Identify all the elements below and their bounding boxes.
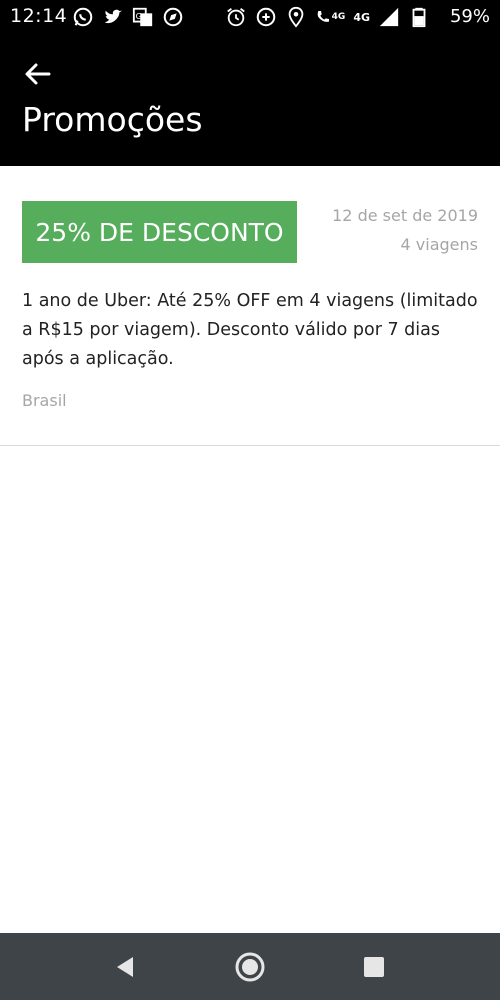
translate-icon: G — [132, 7, 153, 27]
network-label: 4G — [353, 10, 370, 24]
network-label-small: 4G — [331, 12, 346, 22]
battery-percent: 59% — [449, 6, 490, 27]
status-time: 12:14 — [10, 5, 68, 27]
status-bar: 12:14 G 4G 4G 59% — [0, 0, 500, 36]
promotion-badge: 25% DE DESCONTO — [22, 201, 297, 263]
battery-icon — [412, 7, 426, 28]
call-icon — [317, 11, 329, 22]
arrow-left-icon — [25, 63, 51, 85]
svg-text:G: G — [136, 11, 142, 21]
promotion-trips: 4 viagens — [400, 235, 478, 254]
promotion-card[interactable]: 25% DE DESCONTO 12 de set de 2019 4 viag… — [0, 166, 500, 446]
whatsapp-icon — [73, 7, 93, 27]
navigation-bar — [0, 933, 500, 1000]
signal-icon — [379, 7, 399, 27]
alarm-icon — [226, 8, 245, 27]
data-saver-icon — [256, 7, 275, 27]
home-circle-icon[interactable] — [234, 951, 266, 983]
promotion-region: Brasil — [22, 391, 67, 410]
promotion-description: 1 ano de Uber: Até 25% OFF em 4 viagens … — [22, 291, 478, 369]
app-bar: Promoções — [0, 36, 500, 166]
back-triangle-icon[interactable] — [109, 951, 141, 983]
location-icon — [288, 6, 303, 28]
compass-icon — [163, 7, 183, 27]
promotion-date: 12 de set de 2019 — [332, 206, 478, 225]
recents-square-icon[interactable] — [358, 951, 390, 983]
back-button[interactable] — [18, 54, 58, 94]
page-title: Promoções — [22, 100, 203, 139]
twitter-icon — [104, 9, 123, 24]
